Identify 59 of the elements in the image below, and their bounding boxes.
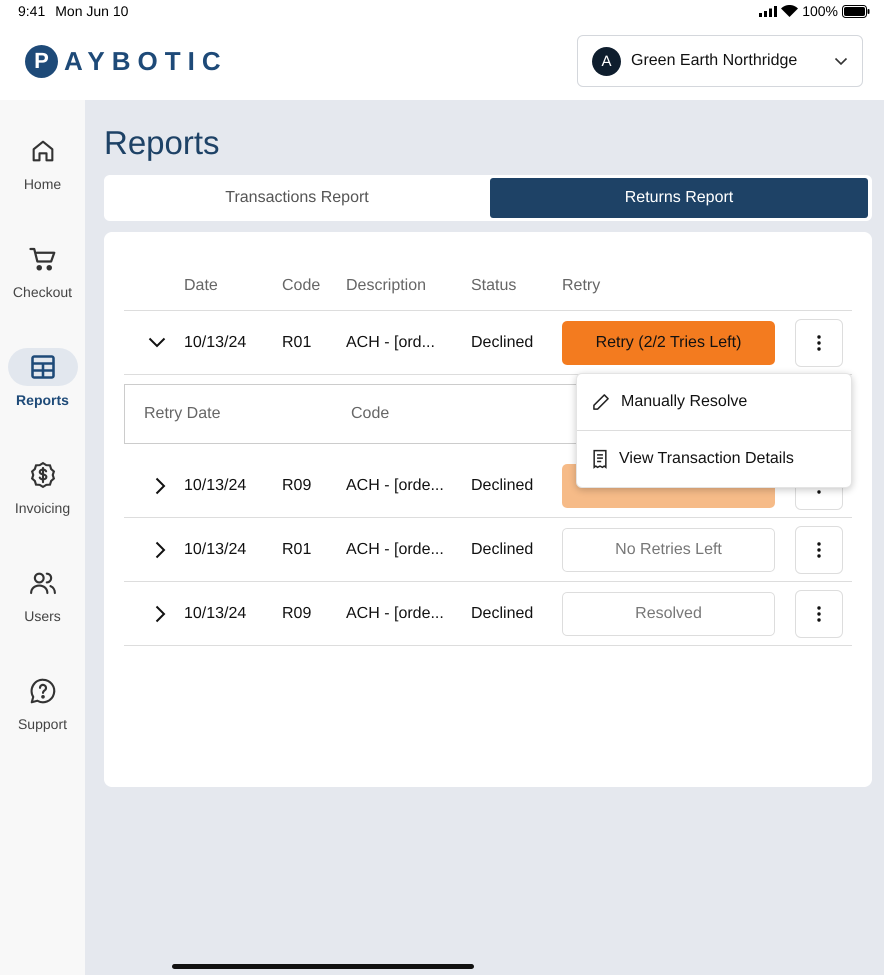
date-text: Mon Jun 10 bbox=[55, 3, 128, 19]
column-header: Description bbox=[346, 277, 428, 295]
report-tab[interactable]: Returns Report bbox=[490, 178, 868, 218]
account-avatar: A bbox=[592, 46, 621, 76]
chevron-down-icon[interactable] bbox=[148, 337, 166, 348]
column-header: Status bbox=[471, 277, 518, 295]
logo-mark: P bbox=[25, 44, 58, 78]
table-cell-text: ACH - [orde... bbox=[346, 604, 445, 622]
kebab-icon bbox=[817, 542, 821, 558]
table-cell-text: ACH - [ord... bbox=[346, 334, 436, 352]
battery-icon bbox=[842, 4, 870, 18]
help-bubble-icon bbox=[28, 676, 58, 706]
table-cell-text: ACH - [orde... bbox=[346, 476, 445, 494]
table-cell-text: 10/13/24 bbox=[184, 540, 248, 558]
table-cell-text: 10/13/24 bbox=[184, 476, 248, 494]
column-header: Code bbox=[351, 405, 390, 423]
nav-item[interactable]: Reports bbox=[0, 348, 85, 430]
nav-item[interactable]: Home bbox=[0, 132, 85, 214]
chevron-right-icon[interactable] bbox=[155, 476, 166, 494]
clock-time: 9:41 bbox=[18, 3, 46, 19]
table-cell-text: R01 bbox=[282, 334, 312, 352]
nav-item[interactable]: Checkout bbox=[0, 240, 85, 322]
table-cell-text: 10/13/24 bbox=[184, 334, 248, 352]
wifi-icon bbox=[781, 5, 798, 17]
table-cell-text: Declined bbox=[471, 540, 534, 558]
menu-item[interactable]: Manually Resolve bbox=[577, 374, 851, 430]
signal-icon bbox=[759, 6, 778, 16]
chevron-down-icon bbox=[834, 56, 848, 66]
account-selector[interactable]: A Green Earth Northridge bbox=[577, 35, 863, 87]
nav-item[interactable]: Invoicing bbox=[0, 456, 85, 538]
table-cell-text: R09 bbox=[282, 476, 312, 494]
menu-item[interactable]: View Transaction Details bbox=[577, 431, 851, 487]
table-cell-text: ACH - [orde... bbox=[346, 540, 445, 558]
column-header: Retry Date bbox=[144, 405, 222, 423]
report-tab[interactable]: Transactions Report bbox=[108, 178, 486, 218]
column-header: Date bbox=[184, 277, 219, 295]
chevron-right-icon[interactable] bbox=[155, 604, 166, 622]
table-icon bbox=[28, 353, 56, 381]
column-header: Code bbox=[282, 277, 322, 295]
page-title: Reports bbox=[104, 124, 221, 163]
kebab-icon bbox=[817, 606, 821, 622]
column-header: Retry bbox=[562, 277, 602, 295]
pencil-icon bbox=[591, 392, 611, 412]
table-cell-text: Declined bbox=[471, 604, 534, 622]
table-cell-text: Declined bbox=[471, 334, 534, 352]
retry-status-button[interactable]: Resolved bbox=[562, 592, 775, 636]
kebab-icon bbox=[817, 334, 821, 350]
document-icon bbox=[591, 449, 609, 469]
table-cell-text: R09 bbox=[282, 604, 312, 622]
nav-item[interactable]: Users bbox=[0, 564, 85, 646]
retry-button[interactable]: Retry (2/2 Tries Left) bbox=[562, 320, 775, 364]
battery-percent: 100% bbox=[802, 3, 838, 19]
retry-status-button[interactable]: No Retries Left bbox=[562, 528, 775, 572]
nav-item[interactable]: Support bbox=[0, 672, 85, 754]
table-cell-text: R01 bbox=[282, 540, 312, 558]
chevron-right-icon[interactable] bbox=[155, 540, 166, 558]
table-cell-text: Declined bbox=[471, 476, 534, 494]
logo-text: AYBOTIC bbox=[64, 46, 228, 76]
table-cell-text: 10/13/24 bbox=[184, 604, 248, 622]
